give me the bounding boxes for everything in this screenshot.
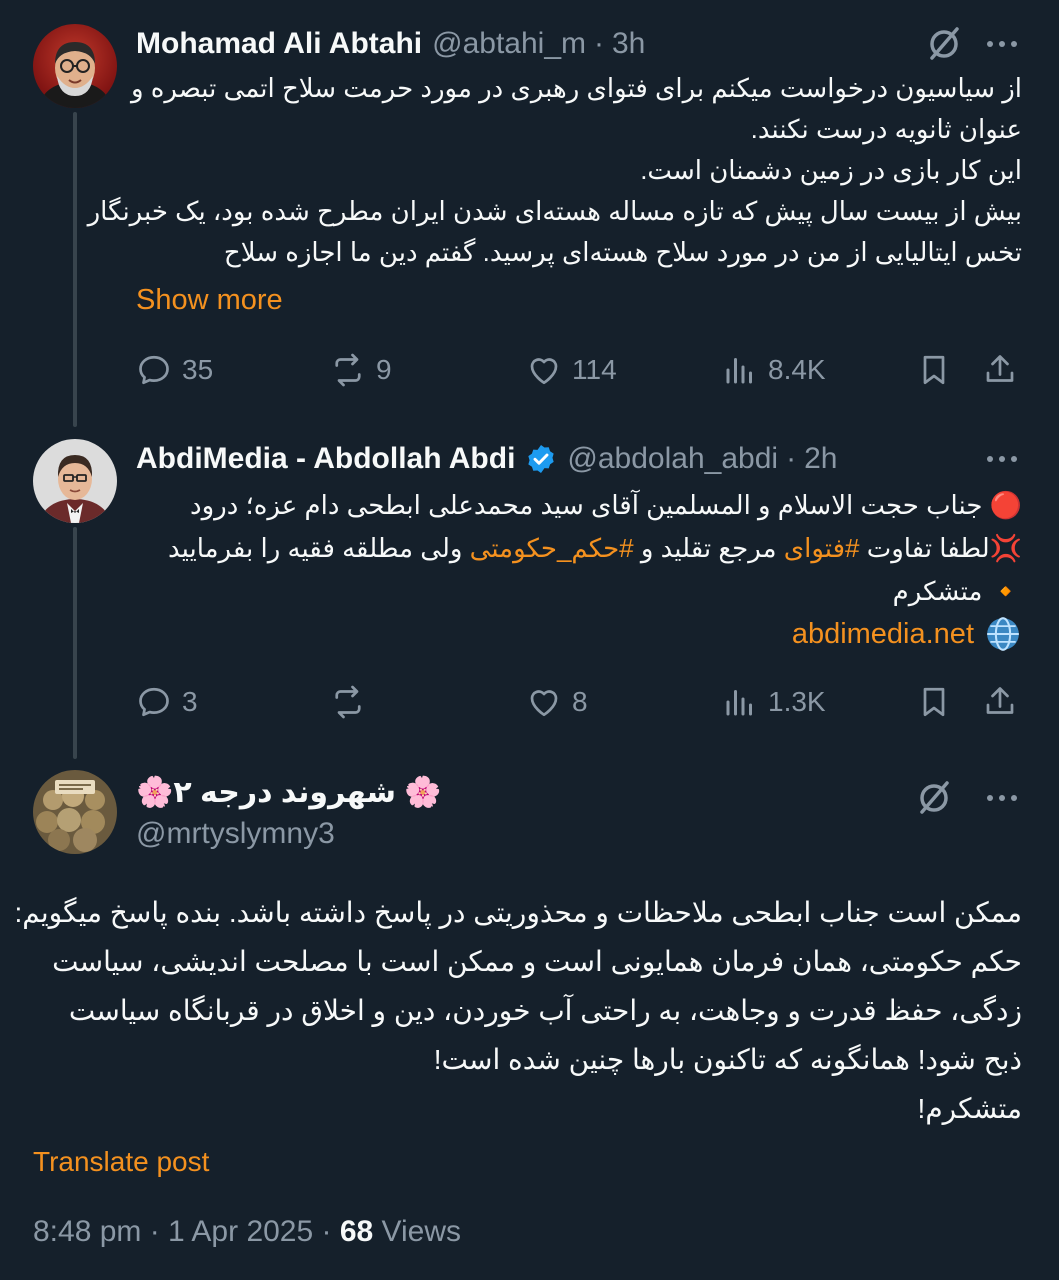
tweet-header: AbdiMedia - Abdollah Abdi @abdolah_abdi …	[136, 439, 837, 479]
text-line: 💢لطفا تفاوت #فتوای مرجع تقلید و #حکم_حکو…	[132, 527, 1022, 570]
views-total: 68	[339, 1215, 374, 1248]
views-count: 8.4K	[768, 354, 826, 385]
action-bar: 3 8 1.3K	[136, 680, 1026, 724]
text-line: این کار بازی در زمین دشمنان است.	[640, 155, 1022, 185]
handle-row: @mrtyslymny3	[136, 814, 335, 854]
reply-count: 35	[182, 354, 214, 385]
author-handle[interactable]: @abtahi_m	[432, 27, 586, 61]
text-line: حکم حکومتی، همان فرمان همایونی است و ممک…	[52, 946, 1022, 977]
tweet-header: Mohamad Ali Abtahi @abtahi_m · 3h	[136, 24, 645, 64]
text-line: از سیاسیون درخواست میکنم برای فتوای رهبر…	[131, 73, 1022, 103]
translate-post-link[interactable]: Translate post	[33, 1146, 209, 1178]
text-line: متشکرم!	[917, 1093, 1022, 1124]
repost-count: 9	[376, 354, 392, 385]
bookmark-icon	[923, 355, 945, 385]
tweet-header: 🌸شهروند درجه ۲ 🌸	[136, 772, 442, 812]
views-button[interactable]: 1.3K	[722, 680, 826, 724]
author-name[interactable]: Mohamad Ali Abtahi	[136, 27, 422, 61]
text-segment: مرجع تقلید و	[633, 533, 784, 563]
globe-icon	[987, 617, 1019, 651]
author-name[interactable]: AbdiMedia - Abdollah Abdi	[136, 442, 515, 476]
separator-dot: ·	[594, 27, 604, 60]
hashtag-link[interactable]: #حکم_حکومتی	[470, 533, 634, 563]
views-icon	[726, 690, 752, 716]
text-segment: 💢لطفا تفاوت	[859, 533, 1022, 563]
share-icon	[986, 355, 1014, 382]
website-link-row: abdimedia.net	[792, 612, 1022, 656]
grok-icon[interactable]	[914, 778, 954, 818]
text-line: 🔸 متشکرم	[892, 576, 1022, 606]
author-name[interactable]: 🌸شهروند درجه ۲ 🌸	[136, 775, 442, 810]
text-line: ممکن است جناب ابطحی ملاحظات و محذوریتی د…	[14, 897, 1022, 928]
share-button[interactable]	[982, 348, 1028, 392]
hashtag-link[interactable]: #فتوای	[784, 533, 860, 563]
tweet-text: از سیاسیون درخواست میکنم برای فتوای رهبر…	[87, 68, 1022, 273]
author-handle[interactable]: @mrtyslymny3	[136, 817, 335, 851]
more-icon[interactable]	[982, 778, 1022, 818]
bookmark-icon	[923, 687, 945, 717]
author-handle[interactable]: @abdolah_abdi	[567, 442, 778, 476]
views-label: Views	[373, 1215, 462, 1248]
repost-icon	[335, 685, 361, 719]
website-link[interactable]: abdimedia.net	[792, 618, 974, 651]
repost-button[interactable]: 9	[330, 348, 392, 392]
text-line: 🔴 جناب حجت الاسلام و المسلمین آقای سید م…	[190, 490, 1022, 520]
share-button[interactable]	[982, 680, 1028, 724]
tweet-text: 🔴 جناب حجت الاسلام و المسلمین آقای سید م…	[132, 484, 1022, 613]
text-line: عنوان ثانویه درست نکنند.	[750, 114, 1022, 144]
bookmark-button[interactable]	[916, 348, 962, 392]
like-count: 114	[572, 354, 617, 385]
views-count: 1.3K	[768, 686, 826, 717]
more-icon[interactable]	[982, 24, 1022, 64]
reply-icon	[139, 355, 169, 385]
like-button[interactable]: 114	[526, 348, 617, 392]
verified-icon[interactable]	[525, 443, 557, 475]
post-time[interactable]: 3h	[612, 27, 645, 61]
reply-button[interactable]: 35	[136, 348, 213, 392]
text-line: ذبح شود! همانگونه که تاکنون بارها چنین ش…	[433, 1044, 1022, 1075]
thread-connector	[73, 527, 77, 759]
grok-icon[interactable]	[924, 24, 964, 64]
bookmark-button[interactable]	[916, 680, 962, 724]
action-bar: 35 9 114 8.4K	[136, 348, 1026, 392]
more-icon[interactable]	[982, 439, 1022, 479]
post-meta: 8:48 pm · 1 Apr 2025 · 68 Views	[33, 1215, 461, 1249]
like-button[interactable]: 8	[526, 680, 588, 724]
show-more-link[interactable]: Show more	[136, 284, 283, 317]
post-timestamp[interactable]: 8:48 pm · 1 Apr 2025 ·	[33, 1215, 340, 1248]
avatar[interactable]	[33, 24, 117, 108]
avatar[interactable]	[33, 439, 117, 523]
views-icon	[726, 358, 752, 384]
separator-dot: ·	[786, 442, 797, 475]
like-count: 8	[572, 686, 588, 717]
reply-button[interactable]: 3	[136, 680, 198, 724]
reply-count: 3	[182, 686, 198, 717]
text-segment: ولی مطلقه فقیه را بفرمایید	[167, 533, 470, 563]
tweet-text: ممکن است جناب ابطحی ملاحظات و محذوریتی د…	[14, 888, 1022, 1133]
conversation-thread: Mohamad Ali Abtahi @abtahi_m · 3h از سیا…	[0, 0, 1059, 1280]
reply-icon	[139, 687, 169, 717]
thread-connector	[73, 112, 77, 427]
post-time[interactable]: 2h	[804, 442, 837, 476]
text-line: بیش از بیست سال پیش که تازه مساله هسته‌ا…	[87, 196, 1022, 226]
like-icon	[530, 358, 558, 385]
views-button[interactable]: 8.4K	[722, 348, 826, 392]
text-line: تخس ایتالیایی از من در مورد سلاح هسته‌ای…	[223, 237, 1022, 267]
text-line: زدگی، حفظ قدرت و وجاهت، به راحتی آب خورد…	[68, 995, 1022, 1026]
avatar[interactable]	[33, 770, 117, 854]
repost-button[interactable]	[330, 680, 376, 724]
like-icon	[530, 690, 558, 717]
share-icon	[986, 687, 1014, 714]
repost-icon	[335, 353, 361, 387]
